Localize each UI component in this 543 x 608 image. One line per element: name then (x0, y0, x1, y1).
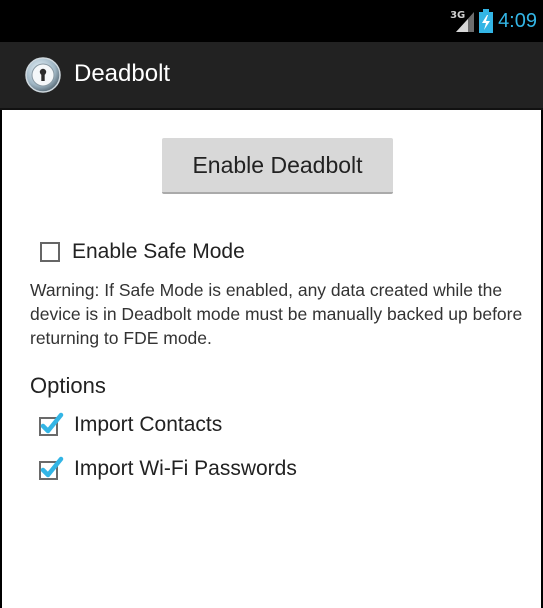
cell-signal-icon: 3G (450, 8, 475, 34)
action-bar: Deadbolt (0, 42, 543, 110)
safe-mode-row[interactable]: Enable Safe Mode (40, 240, 245, 264)
main-content: Enable Deadbolt Enable Safe Mode Warning… (0, 110, 543, 608)
option-import-contacts[interactable]: Import Contacts (38, 412, 222, 438)
options-heading: Options (30, 373, 106, 398)
safe-mode-warning: Warning: If Safe Mode is enabled, any da… (30, 280, 523, 348)
enable-deadbolt-button[interactable]: Enable Deadbolt (162, 138, 393, 194)
status-icons: 3G 4:09 (450, 0, 537, 42)
import-wifi-checkbox[interactable] (38, 456, 64, 482)
option-import-wifi[interactable]: Import Wi-Fi Passwords (38, 456, 297, 482)
safe-mode-label: Enable Safe Mode (72, 240, 245, 263)
import-wifi-label: Import Wi-Fi Passwords (74, 457, 297, 480)
import-contacts-label: Import Contacts (74, 413, 223, 436)
import-contacts-checkbox[interactable] (38, 412, 64, 438)
safe-mode-checkbox[interactable] (40, 242, 60, 262)
status-bar: 3G 4:09 (0, 0, 543, 42)
deadbolt-lock-icon[interactable] (24, 56, 62, 94)
status-clock: 4:09 (498, 9, 537, 32)
app-title: Deadbolt (74, 60, 171, 87)
battery-charging-icon (479, 9, 494, 33)
